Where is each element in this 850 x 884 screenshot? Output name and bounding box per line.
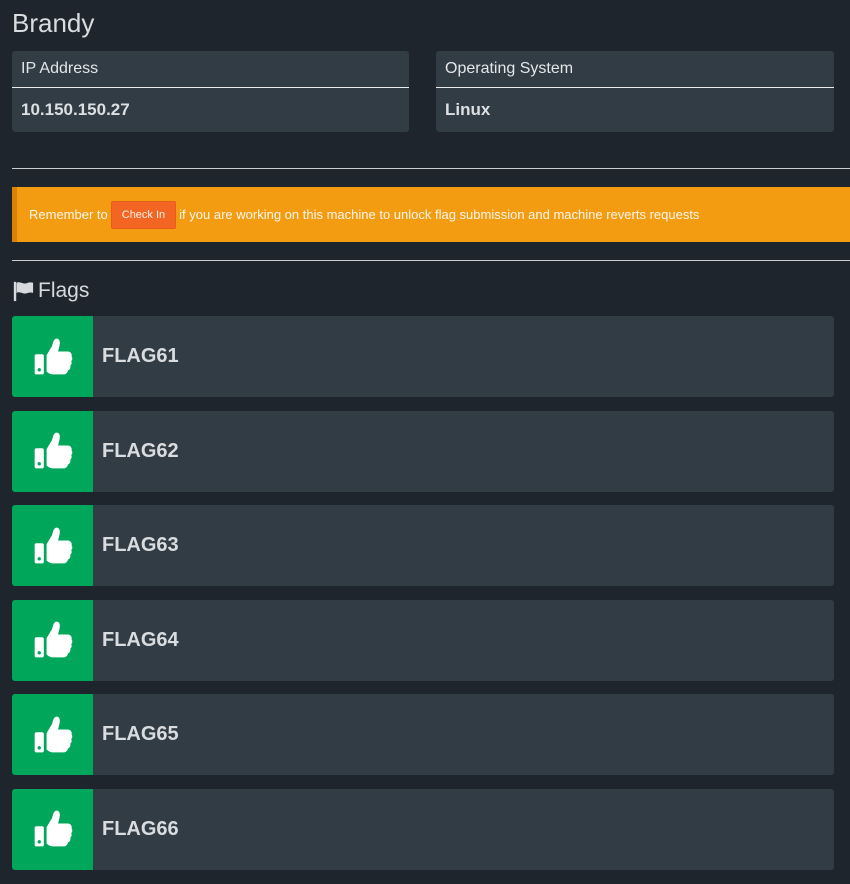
thumbs-up-icon (31, 618, 75, 662)
thumbs-up-icon (31, 807, 75, 851)
ip-address-card: IP Address 10.150.150.27 (12, 51, 409, 132)
flag-row: FLAG65 (12, 694, 834, 775)
flag-name: FLAG66 (102, 817, 179, 840)
flag-row: FLAG66 (12, 788, 834, 870)
flag-status (12, 599, 93, 681)
flags-heading-label: Flags (38, 279, 90, 302)
operating-system-card: Operating System Linux (436, 51, 834, 132)
divider (12, 260, 850, 261)
flag-status (12, 505, 93, 586)
page-title: Brandy (12, 8, 95, 38)
flag-status (12, 788, 93, 870)
flags-heading: Flags (12, 278, 89, 304)
thumbs-up-icon (31, 335, 75, 379)
flag-icon (12, 280, 34, 302)
flag-status (12, 316, 93, 397)
flag-row: FLAG61 (12, 316, 834, 397)
flag-status (12, 694, 93, 775)
operating-system-label: Operating System (436, 51, 834, 88)
flag-name: FLAG62 (102, 439, 179, 462)
flag-row: FLAG63 (12, 505, 834, 586)
flag-status (12, 410, 93, 492)
thumbs-up-icon (31, 713, 75, 757)
ip-address-label: IP Address (12, 51, 409, 88)
thumbs-up-icon (31, 429, 75, 473)
flag-row: FLAG64 (12, 599, 834, 681)
flag-name: FLAG63 (102, 534, 179, 556)
flag-name: FLAG61 (102, 345, 179, 367)
flag-name: FLAG65 (102, 723, 179, 745)
operating-system-value: Linux (445, 100, 491, 119)
flag-name: FLAG64 (102, 628, 179, 651)
ip-address-value: 10.150.150.27 (21, 100, 130, 119)
alert-suffix-text: if you are working on this machine to un… (179, 207, 700, 222)
flag-row: FLAG62 (12, 410, 834, 492)
alert-prefix-text: Remember to (29, 207, 108, 222)
check-in-alert: Remember to Check In if you are working … (12, 187, 850, 242)
check-in-button[interactable]: Check In (110, 200, 177, 229)
flag-list: FLAG61 FLAG62 FLAG63 FLAG64 FLAG65 FLAG66 (12, 316, 834, 883)
divider (12, 168, 850, 169)
thumbs-up-icon (31, 524, 75, 568)
